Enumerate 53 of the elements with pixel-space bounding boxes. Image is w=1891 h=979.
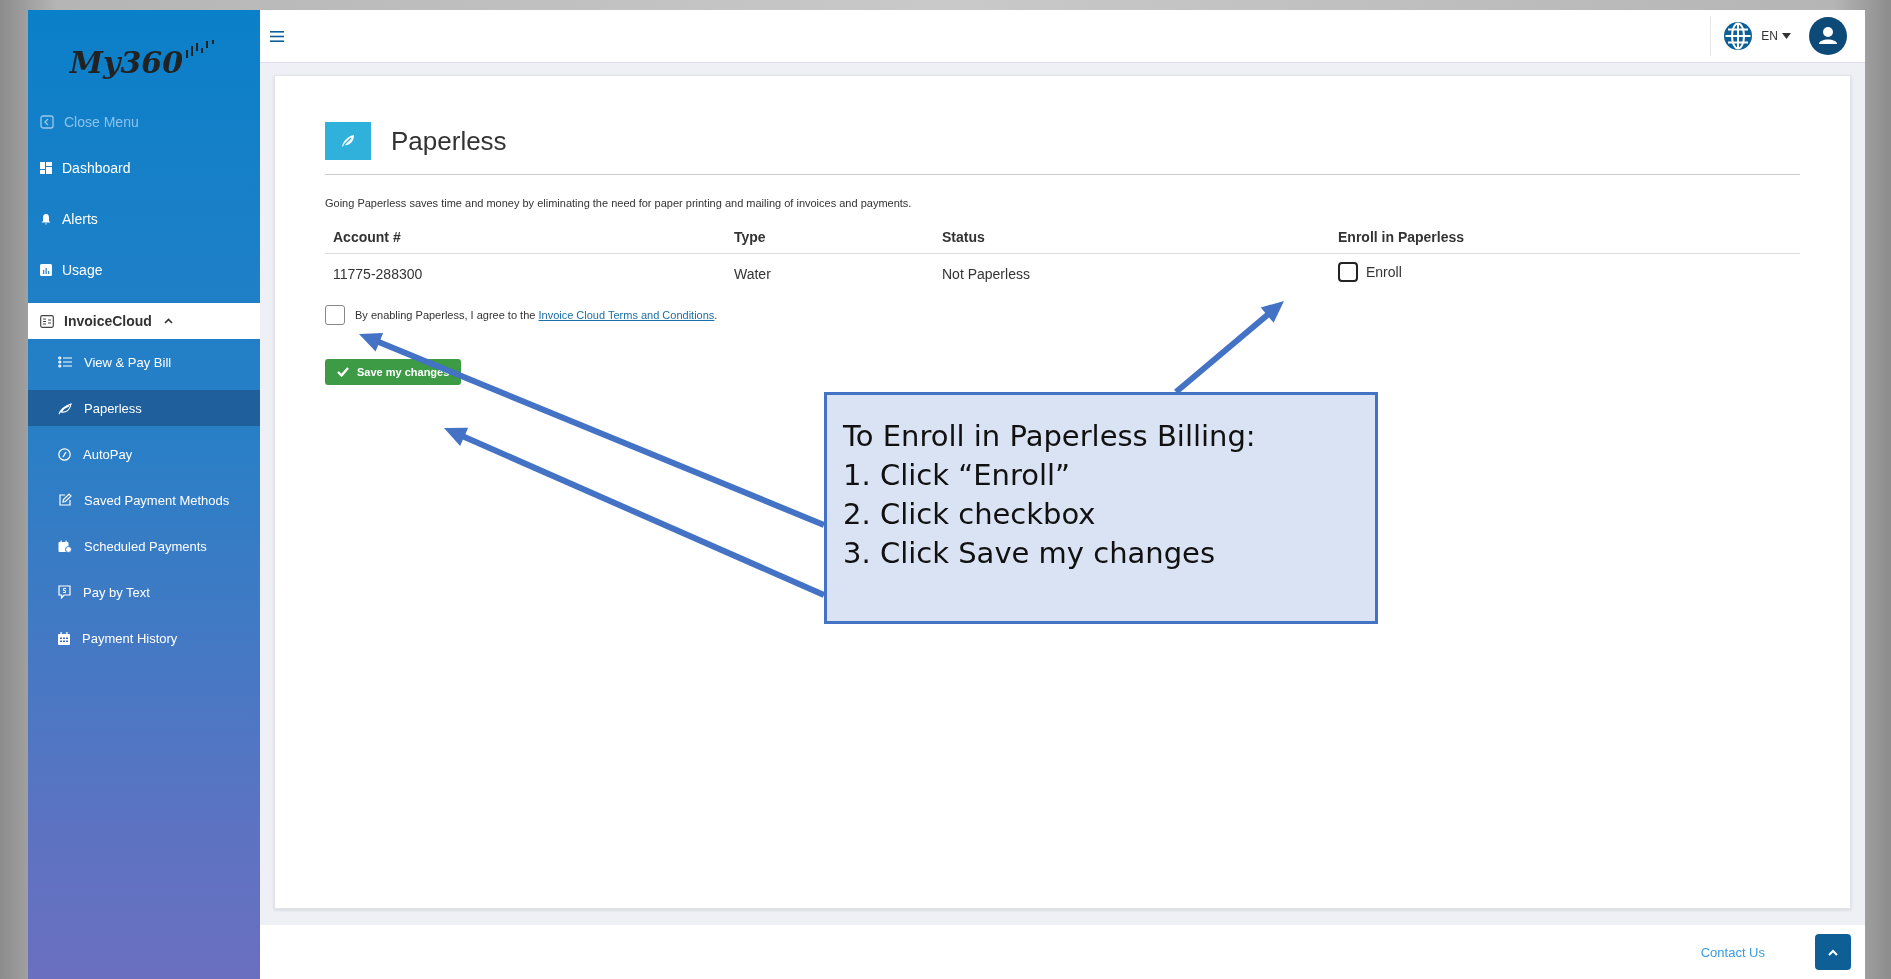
caret-down-icon bbox=[1782, 33, 1791, 39]
sidebar-subitem[interactable]: View & Pay Bill bbox=[28, 339, 260, 385]
sidebar-subitem[interactable]: Saved Payment Methods bbox=[28, 477, 260, 523]
leaf-icon bbox=[58, 401, 72, 415]
sidebar-subitem[interactable]: Payment History bbox=[28, 615, 260, 661]
description-text: Going Paperless saves time and money by eliminating the need for paper printing and mailing of invoices and payments. bbox=[325, 197, 913, 209]
callout-text: To Enroll in Paperless Billing: bbox=[843, 418, 1257, 455]
chart-icon bbox=[40, 263, 52, 276]
sidebar-item[interactable]: Usage bbox=[28, 244, 260, 295]
globe-icon[interactable] bbox=[1723, 21, 1754, 51]
sidebar-subitem[interactable]: Pay by Text bbox=[28, 569, 260, 615]
column-header: Type bbox=[726, 221, 934, 254]
callout-text: 2. Click checkbox bbox=[843, 495, 1097, 533]
enroll-checkbox[interactable] bbox=[1338, 262, 1358, 282]
gauge-icon bbox=[58, 447, 71, 461]
calendar-icon bbox=[58, 631, 70, 645]
chevron-left-icon bbox=[40, 115, 54, 129]
agreement-text: By enabling Paperless, I agree to the Invoice Cloud Terms and Conditions. bbox=[355, 309, 718, 321]
invoice-icon bbox=[40, 314, 54, 328]
column-header: Account # bbox=[325, 221, 726, 254]
sidebar-item[interactable]: Alerts bbox=[28, 193, 260, 244]
status-cell: Not Paperless bbox=[934, 253, 1330, 293]
callout-text: 3. Click Save my changes bbox=[843, 534, 1217, 572]
checkmark-icon bbox=[337, 367, 349, 377]
callout-text: 1. Click “Enroll” bbox=[843, 456, 1072, 494]
sidebar-section[interactable]: InvoiceCloud bbox=[28, 303, 260, 339]
sidebar-item[interactable]: Dashboard bbox=[28, 142, 260, 193]
sidebar-subitem[interactable]: Paperless bbox=[28, 390, 260, 426]
column-header: Status bbox=[934, 221, 1330, 254]
enroll-label: Enroll bbox=[1366, 264, 1402, 280]
contact-us-link[interactable]: Contact Us bbox=[1700, 944, 1765, 960]
type-cell: Water bbox=[726, 253, 934, 293]
scroll-top-button[interactable] bbox=[1815, 934, 1851, 970]
caret-up-icon bbox=[163, 318, 173, 324]
leaf-badge-icon bbox=[325, 122, 371, 160]
caret-up-icon bbox=[1828, 948, 1838, 956]
language-dropdown[interactable]: EN bbox=[1761, 29, 1801, 43]
bell-icon bbox=[40, 212, 52, 225]
message-dollar-icon bbox=[58, 585, 71, 599]
sidebar-subitem[interactable]: AutoPay bbox=[28, 431, 260, 477]
calendar-clock-icon bbox=[58, 539, 72, 553]
dashboard-icon bbox=[40, 161, 52, 174]
user-avatar-icon[interactable] bbox=[1809, 17, 1847, 55]
close-menu-item[interactable]: Close Menu bbox=[28, 102, 260, 142]
menu-icon[interactable] bbox=[270, 30, 284, 42]
sidebar-subitem[interactable]: Scheduled Payments bbox=[28, 523, 260, 569]
column-header: Enroll in Paperless bbox=[1330, 221, 1800, 254]
list-icon bbox=[58, 356, 72, 368]
my360-logo: My360 bbox=[69, 40, 219, 78]
agree-checkbox[interactable] bbox=[325, 305, 345, 325]
edit-icon bbox=[58, 493, 72, 507]
page-title: Paperless bbox=[391, 125, 507, 157]
account-cell: 11775-288300 bbox=[325, 253, 726, 293]
